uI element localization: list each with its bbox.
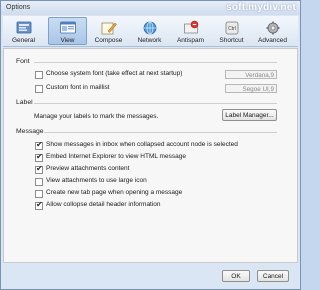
- antispam-icon: [183, 20, 198, 34]
- label-description: Manage your labels to mark the messages.: [34, 113, 159, 120]
- tab-network[interactable]: Network: [130, 17, 169, 45]
- tab-shortcut[interactable]: Ctrl Shortcut: [212, 17, 251, 45]
- tab-network-label: Network: [137, 37, 162, 44]
- tab-general-label: General: [11, 37, 36, 44]
- advanced-icon: [266, 21, 279, 35]
- embed-ie-label: Embed Internet Explorer to view HTML mes…: [46, 153, 186, 160]
- label-manager-button[interactable]: Label Manager...: [222, 109, 277, 121]
- font-section-title: Font: [16, 58, 30, 65]
- svg-text:Ctrl: Ctrl: [228, 26, 236, 32]
- tab-antispam-label: Antispam: [176, 37, 205, 44]
- new-tab-checkbox[interactable]: ✔: [35, 190, 43, 198]
- custom-font-checkbox[interactable]: ✔: [35, 85, 43, 93]
- network-icon: [143, 21, 156, 35]
- collapse-header-label: Allow collopse detail header information: [46, 201, 161, 208]
- tab-general[interactable]: General: [4, 17, 43, 45]
- shortcut-icon: Ctrl: [225, 21, 238, 35]
- system-font-label: Choose system font (take effect at next …: [46, 70, 183, 77]
- options-toolbar: General View Compose Network Antispam Ct…: [3, 16, 298, 47]
- custom-font-value[interactable]: Segoe UI,9: [225, 84, 277, 93]
- font-section-divider: [34, 62, 277, 63]
- embed-ie-checkbox[interactable]: ✔: [35, 152, 43, 162]
- large-icon-checkbox[interactable]: ✔: [35, 178, 43, 186]
- ok-button[interactable]: OK: [222, 270, 250, 282]
- tab-compose-label: Compose: [94, 37, 123, 44]
- dialog-footer: OK Cancel: [3, 264, 298, 288]
- show-messages-label: Show messages in inbox when collapsed ac…: [46, 141, 238, 148]
- tab-compose[interactable]: Compose: [89, 17, 128, 45]
- new-tab-label: Create new tab page when opening a messa…: [46, 189, 183, 196]
- custom-font-label: Custom font in maillist: [46, 84, 110, 91]
- tab-view[interactable]: View: [48, 17, 87, 45]
- tab-advanced-label: Advanced: [258, 37, 287, 44]
- cancel-button[interactable]: Cancel: [257, 270, 289, 282]
- tab-antispam[interactable]: Antispam: [171, 17, 210, 45]
- tab-advanced[interactable]: Advanced: [253, 17, 292, 45]
- show-messages-checkbox[interactable]: ✔: [35, 140, 43, 150]
- system-font-checkbox[interactable]: ✔: [35, 71, 43, 79]
- message-section-title: Message: [16, 128, 44, 135]
- general-icon: [16, 21, 31, 34]
- tab-shortcut-label: Shortcut: [219, 37, 244, 44]
- options-window: Options soft.mydiv.net General View Comp…: [0, 0, 301, 290]
- tab-view-label: View: [60, 37, 75, 44]
- label-section-divider: [34, 103, 277, 104]
- window-title: Options: [6, 4, 31, 11]
- title-bar: Options soft.mydiv.net: [1, 1, 300, 15]
- preview-attachments-label: Preview attachments content: [46, 165, 130, 172]
- collapse-header-checkbox[interactable]: ✔: [35, 200, 43, 210]
- message-section-divider: [44, 132, 277, 133]
- view-icon: [59, 21, 76, 34]
- options-panel: Font ✔ Choose system font (take effect a…: [3, 48, 298, 263]
- preview-attachments-checkbox[interactable]: ✔: [35, 164, 43, 174]
- watermark-text: soft.mydiv.net: [226, 2, 296, 13]
- large-icon-label: View attachments to use large icon: [46, 177, 147, 184]
- label-section-title: Label: [16, 99, 33, 106]
- system-font-value[interactable]: Verdana,9: [225, 70, 277, 79]
- compose-icon: [101, 22, 117, 35]
